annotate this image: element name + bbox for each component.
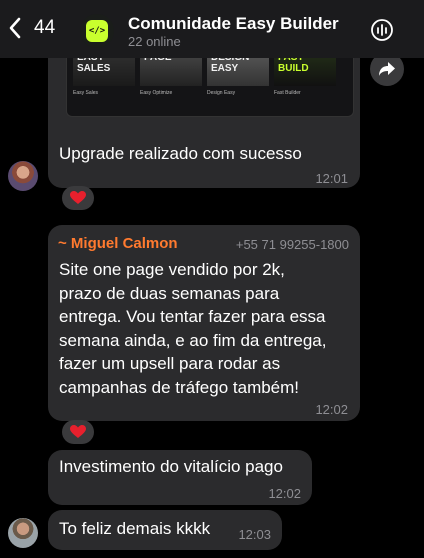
back-button[interactable]: 44	[8, 16, 55, 40]
sender-phone: +55 71 99255-1800	[235, 237, 349, 252]
thumbnail-label: Fast Builder	[274, 90, 301, 96]
message-text-line: campanhas de tráfego também!	[59, 377, 300, 397]
message-text-line: semana ainda, e ao fim da entrega,	[59, 330, 327, 350]
message-text-line: prazo de duas semanas para	[59, 283, 280, 303]
message-text-line: Site one page vendido por 2k,	[59, 260, 285, 279]
message-time: 12:02	[315, 402, 348, 417]
message-time: 12:02	[268, 486, 301, 501]
group-menu-icon[interactable]	[370, 18, 394, 42]
group-title[interactable]: Comunidade Easy Builder	[128, 14, 339, 34]
chat-header: 44 </> Comunidade Easy Builder 22 online	[0, 0, 424, 58]
chat-area[interactable]: EASY SALES PAGE DESIGN EASY FAST BUILD E…	[0, 38, 424, 558]
thumbnail-label: Easy Optimize	[140, 90, 173, 96]
message-bubble[interactable]: To feliz demais kkkk 12:03	[48, 510, 282, 550]
heart-icon	[70, 191, 86, 204]
unread-count: 44	[34, 17, 56, 38]
message-text: Upgrade realizado com sucesso	[59, 144, 302, 163]
message-bubble[interactable]: EASY SALES PAGE DESIGN EASY FAST BUILD E…	[48, 38, 360, 188]
thumbnail-label: Easy Sales	[73, 90, 99, 96]
message-text-line: entrega. Vou tentar fazer para essa	[59, 307, 326, 326]
group-avatar[interactable]: </>	[80, 14, 114, 48]
chevron-left-icon	[9, 17, 21, 39]
reaction-heart[interactable]	[62, 186, 94, 210]
heart-icon	[70, 425, 86, 438]
sender-name[interactable]: ~ Miguel Calmon	[58, 235, 178, 252]
avatar[interactable]	[8, 518, 38, 548]
code-icon: </>	[86, 20, 108, 42]
reaction-heart[interactable]	[62, 420, 94, 444]
thumbnail-label: Design Easy	[207, 90, 236, 96]
message-bubble[interactable]: Investimento do vitalício pago 12:02	[48, 450, 312, 505]
message-bubble[interactable]: ~ Miguel Calmon +55 71 99255-1800 Site o…	[48, 225, 360, 421]
message-time: 12:03	[238, 527, 271, 542]
message-text: Investimento do vitalício pago	[59, 457, 283, 476]
message-text-line: fazer um upsell para rodar as	[59, 354, 281, 373]
message-time: 12:01	[315, 171, 348, 186]
message-text: To feliz demais kkkk	[59, 519, 211, 538]
forward-icon	[379, 62, 395, 76]
avatar[interactable]	[8, 161, 38, 191]
online-status: 22 online	[128, 34, 181, 49]
